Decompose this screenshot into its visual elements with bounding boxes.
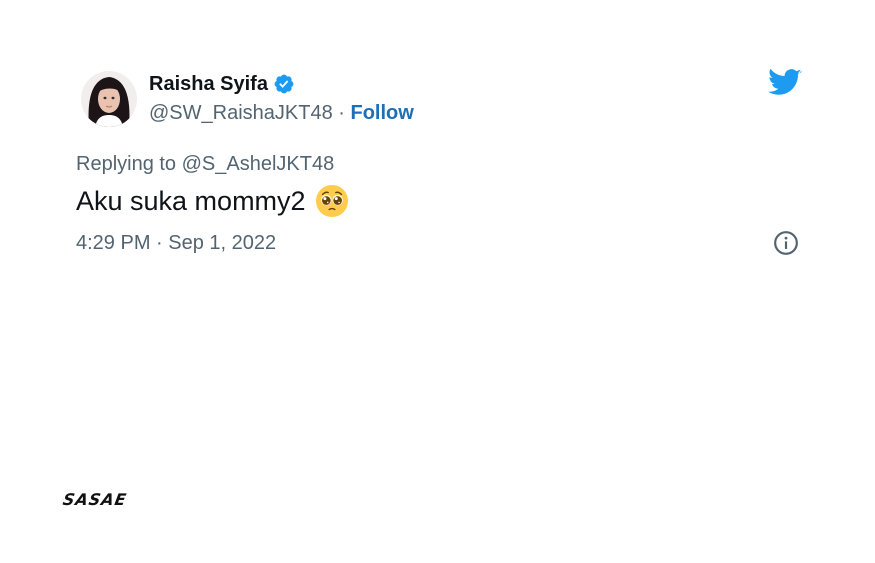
author-display-name[interactable]: Raisha Syifa bbox=[149, 72, 268, 96]
author-name-row: Raisha Syifa bbox=[149, 72, 295, 96]
tweet-body: Aku suka mommy2 bbox=[76, 184, 349, 218]
handle-separator: · bbox=[338, 102, 351, 124]
tweet-timestamp[interactable]: 4:29 PM · Sep 1, 2022 bbox=[76, 231, 276, 255]
pleading-face-emoji bbox=[315, 184, 349, 218]
avatar[interactable] bbox=[81, 71, 137, 127]
tweet-embed: Raisha Syifa @SW_RaishaJKT48 · Follow Re… bbox=[0, 0, 875, 563]
sasae-logo: SASAE bbox=[61, 490, 129, 509]
author-handle[interactable]: @SW_RaishaJKT48 bbox=[149, 102, 333, 124]
info-icon[interactable] bbox=[773, 230, 799, 256]
verified-badge-icon bbox=[273, 73, 295, 95]
replying-to-text[interactable]: Replying to @S_AshelJKT48 bbox=[76, 152, 334, 176]
author-handle-row: @SW_RaishaJKT48 · Follow bbox=[149, 101, 414, 125]
twitter-bird-icon[interactable] bbox=[768, 68, 802, 98]
tweet-text: Aku suka mommy2 bbox=[76, 186, 306, 216]
follow-link[interactable]: Follow bbox=[350, 102, 413, 124]
